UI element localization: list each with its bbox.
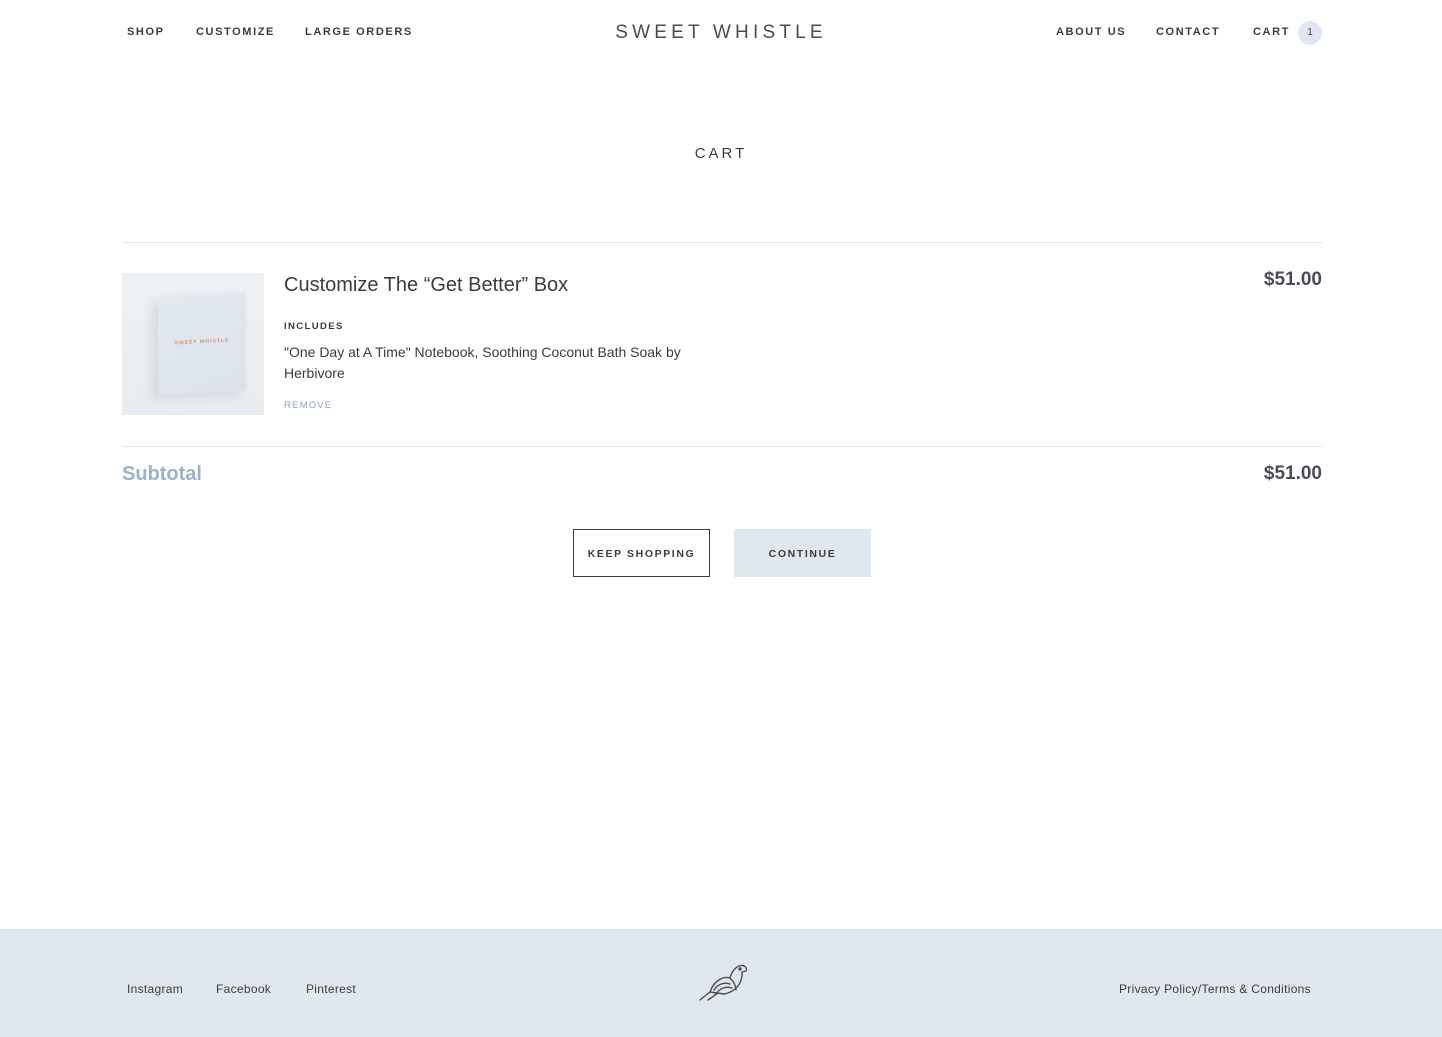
page-title: CART: [694, 145, 748, 162]
gift-box-graphic: SWEET WHISTLE: [158, 292, 246, 396]
nav-contact-link[interactable]: CONTACT: [1156, 26, 1220, 38]
box-brand-text: SWEET WHISTLE: [174, 337, 230, 347]
footer-pinterest-link[interactable]: Pinterest: [306, 982, 356, 996]
subtotal-label: Subtotal: [122, 463, 202, 485]
divider: [122, 242, 1322, 243]
nav-about-us-link[interactable]: ABOUT US: [1056, 26, 1126, 38]
site-footer: Instagram Facebook Pinterest Privacy Pol…: [0, 929, 1442, 1037]
bird-icon[interactable]: [696, 960, 748, 1002]
site-logo[interactable]: SWEET WHISTLE: [0, 22, 1442, 44]
footer-privacy-terms-link[interactable]: Privacy Policy/Terms & Conditions: [1119, 982, 1311, 996]
divider: [122, 446, 1322, 447]
includes-text: "One Day at A Time" Notebook, Soothing C…: [284, 344, 681, 381]
nav-cart-link[interactable]: CART: [1253, 26, 1290, 38]
footer-instagram-link[interactable]: Instagram: [127, 982, 183, 996]
continue-button[interactable]: CONTINUE: [734, 529, 871, 577]
includes-label: INCLUDES: [284, 321, 344, 332]
remove-item-link[interactable]: REMOVE: [284, 400, 332, 411]
product-title[interactable]: Customize The “Get Better” Box: [284, 274, 568, 297]
cart-count-badge[interactable]: 1: [1298, 21, 1322, 45]
item-price: $51.00: [1263, 269, 1322, 290]
product-image[interactable]: SWEET WHISTLE: [122, 273, 264, 415]
keep-shopping-button[interactable]: KEEP SHOPPING: [573, 529, 710, 577]
site-header: SHOP CUSTOMIZE LARGE ORDERS SWEET WHISTL…: [0, 0, 1442, 66]
footer-facebook-link[interactable]: Facebook: [216, 982, 271, 996]
subtotal-value: $51.00: [1263, 463, 1322, 484]
